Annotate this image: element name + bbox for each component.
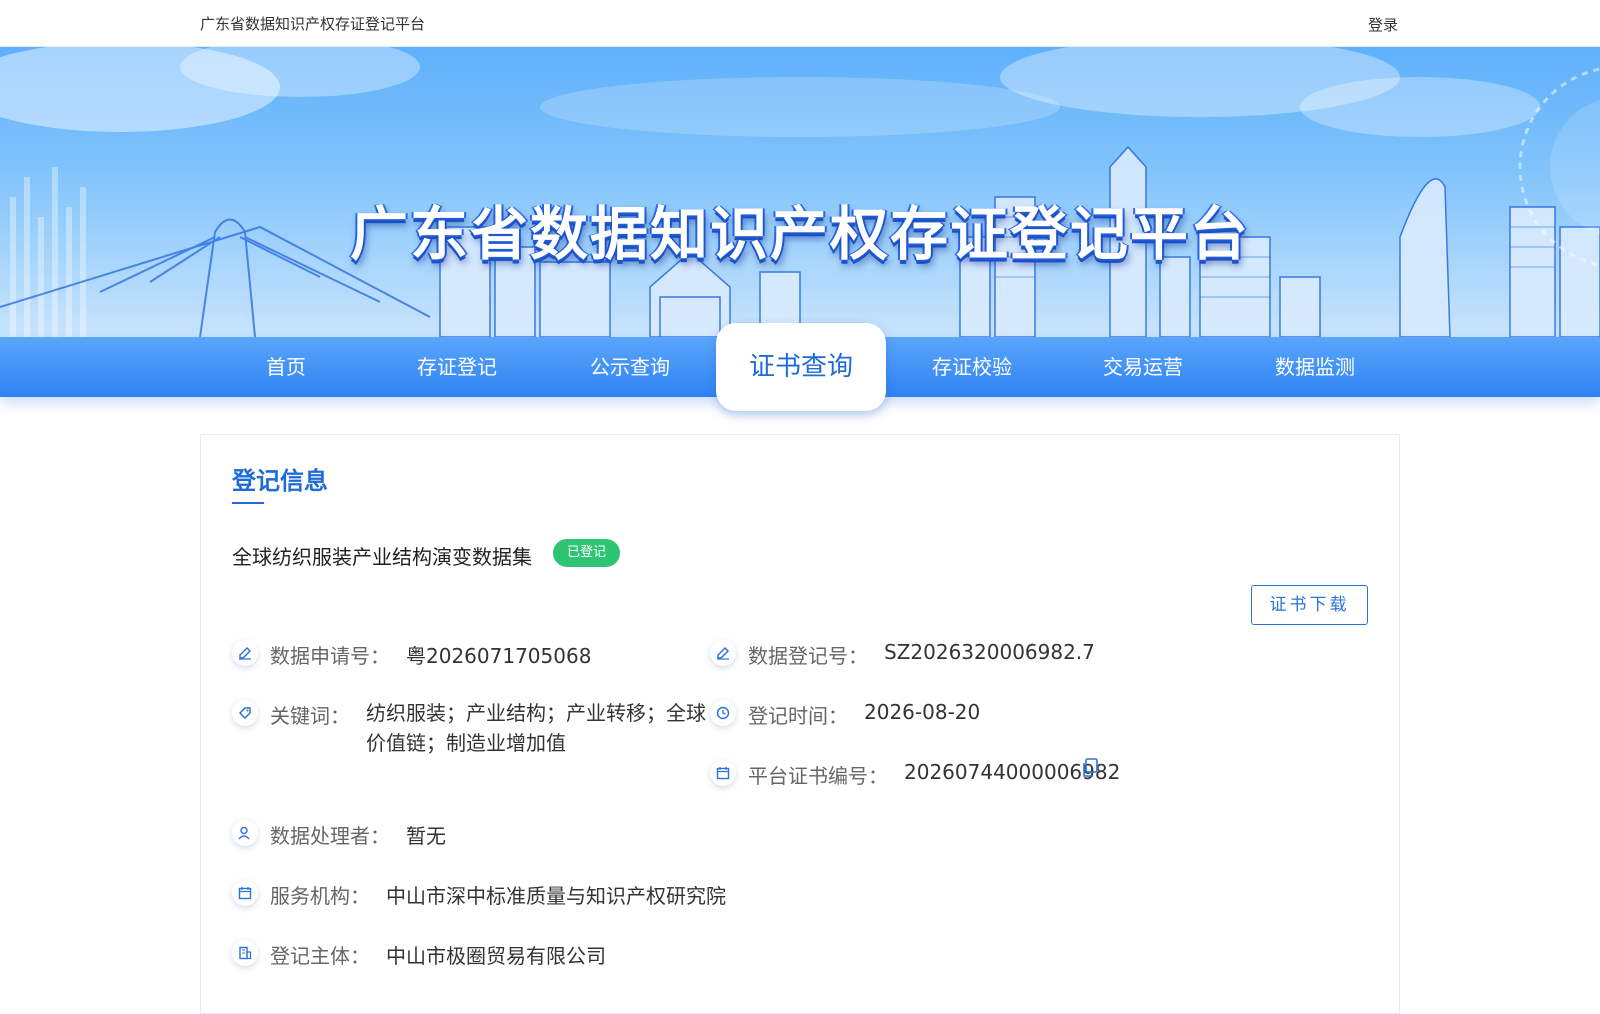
- main-nav: 首页 存证登记 公示查询 证书查询 存证校验 交易运营 数据监测: [0, 323, 1600, 411]
- edit-icon: [710, 640, 736, 666]
- processor-value: 暂无: [406, 824, 446, 848]
- service-org-label: 服务机构：: [270, 884, 370, 908]
- calendar-icon: [710, 760, 736, 786]
- subject-label: 登记主体：: [270, 944, 370, 968]
- tag-icon: [232, 700, 258, 726]
- subject-value: 中山市极圈贸易有限公司: [386, 944, 606, 968]
- processor-label: 数据处理者：: [270, 824, 390, 848]
- apply-no-label: 数据申请号：: [270, 644, 390, 668]
- cert-no-label: 平台证书编号：: [748, 764, 888, 788]
- section-underline: [232, 502, 264, 504]
- copy-icon[interactable]: [1081, 758, 1099, 783]
- dataset-name-text: 全球纺织服装产业结构演变数据集: [232, 545, 532, 569]
- banner: 广东省数据知识产权存证登记平台: [0, 47, 1600, 337]
- register-no-value: SZ2026320006982.7: [884, 640, 1095, 664]
- nav-trade[interactable]: 交易运营: [1058, 337, 1228, 397]
- record-card: 登记信息 全球纺织服装产业结构演变数据集 已登记 证书下载 数据申请号： 粤20…: [200, 434, 1400, 1014]
- nav-public-query[interactable]: 公示查询: [545, 337, 715, 397]
- nav-certificate-query[interactable]: 证书查询: [716, 323, 886, 411]
- calendar-icon: [232, 880, 258, 906]
- clock-icon: [710, 700, 736, 726]
- certificate-download-button[interactable]: 证书下载: [1251, 585, 1368, 625]
- keywords-label: 关键词：: [270, 704, 350, 728]
- register-no-label: 数据登记号：: [748, 644, 868, 668]
- nav-register[interactable]: 存证登记: [372, 337, 542, 397]
- section-title: 登记信息: [232, 467, 328, 495]
- register-time-label: 登记时间：: [748, 704, 848, 728]
- service-org-value: 中山市深中标准质量与知识产权研究院: [386, 884, 726, 908]
- login-link[interactable]: 登录: [1368, 14, 1398, 35]
- nav-monitor[interactable]: 数据监测: [1230, 337, 1400, 397]
- edit-icon: [232, 640, 258, 666]
- register-time-value: 2026-08-20: [864, 700, 981, 724]
- building-icon: [232, 940, 258, 966]
- user-icon: [232, 820, 258, 846]
- keywords-value: 纺织服装；产业结构；产业转移；全球价值链；制造业增加值: [366, 701, 706, 755]
- apply-no-value: 粤2026071705068: [406, 644, 592, 668]
- nav-verify[interactable]: 存证校验: [887, 337, 1057, 397]
- nav-home[interactable]: 首页: [201, 337, 371, 397]
- site-name: 广东省数据知识产权存证登记平台: [200, 15, 426, 33]
- banner-title: 广东省数据知识产权存证登记平台: [349, 200, 1250, 268]
- top-bar: 广东省数据知识产权存证登记平台 登录: [0, 0, 1600, 47]
- status-badge: 已登记: [553, 539, 621, 567]
- dataset-name: 全球纺织服装产业结构演变数据集: [230, 539, 532, 570]
